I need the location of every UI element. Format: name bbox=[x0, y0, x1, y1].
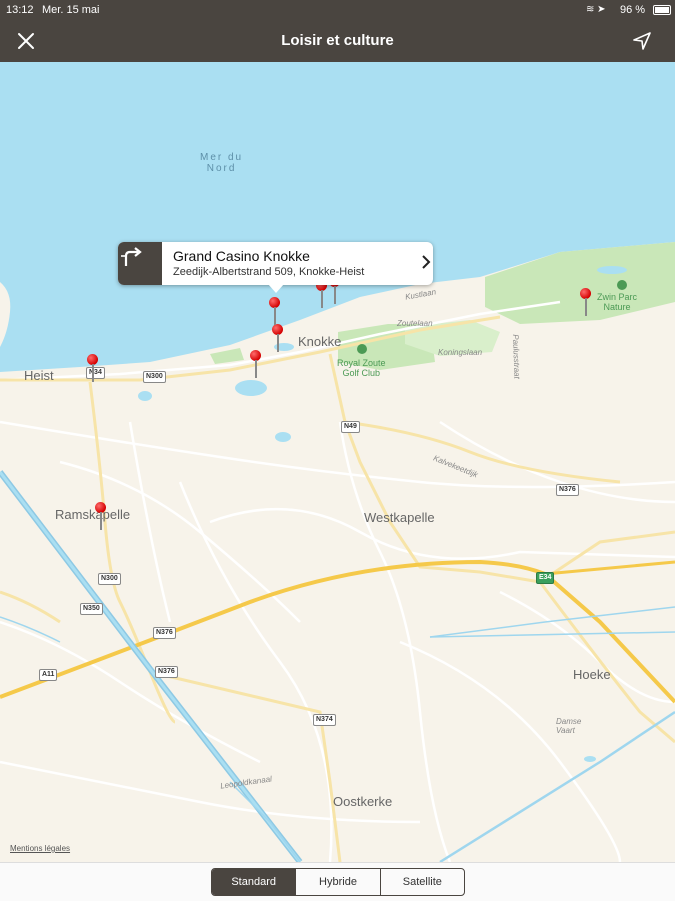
status-date: Mer. 15 mai bbox=[42, 4, 100, 16]
map-pin[interactable] bbox=[250, 350, 264, 380]
road-shield: N300 bbox=[143, 371, 166, 383]
canal-label-damse-vaart: Damse Vaart bbox=[556, 717, 582, 735]
callout-tail bbox=[268, 284, 284, 293]
map-pin[interactable] bbox=[580, 288, 594, 318]
road-shield-euro: E34 bbox=[536, 572, 555, 584]
map-pin[interactable] bbox=[272, 324, 286, 354]
legal-link[interactable]: Mentions légales bbox=[10, 844, 70, 853]
map-pin-selected[interactable] bbox=[269, 297, 283, 327]
golf-icon bbox=[357, 344, 367, 354]
town-label-westkapelle: Westkapelle bbox=[364, 510, 435, 525]
road-shield: N374 bbox=[313, 714, 336, 726]
road-shield: N350 bbox=[80, 603, 103, 615]
town-label-knokke: Knokke bbox=[298, 334, 342, 349]
bottom-toolbar: Standard Hybride Satellite bbox=[0, 862, 675, 901]
road-shield: N300 bbox=[98, 573, 121, 585]
park-icon bbox=[617, 280, 627, 290]
road-shield: N376 bbox=[153, 627, 176, 639]
town-label-heist: Heist bbox=[24, 368, 54, 383]
town-label-hoeke: Hoeke bbox=[573, 667, 611, 682]
pin-callout[interactable]: Grand Casino Knokke Zeedijk-Albertstrand… bbox=[118, 242, 433, 293]
road-shield: A11 bbox=[39, 669, 58, 681]
callout-address: Zeedijk-Albertstrand 509, Knokke-Heist bbox=[173, 266, 365, 278]
wifi-icon: ≋ ➤ bbox=[586, 4, 606, 15]
map-view[interactable]: Mer du Nord Heist Knokke Ramskapelle Wes… bbox=[0, 62, 675, 862]
road-shield: N49 bbox=[341, 421, 360, 433]
segment-standard[interactable]: Standard bbox=[212, 869, 296, 895]
map-pin[interactable] bbox=[87, 354, 101, 384]
street-label-koningslaan: Koningslaan bbox=[438, 348, 483, 357]
road-shield: N376 bbox=[556, 484, 579, 496]
park-label-zwin: Zwin Parc Nature bbox=[597, 292, 638, 312]
segment-hybrid[interactable]: Hybride bbox=[295, 869, 379, 895]
nav-bar: Loisir et culture bbox=[0, 20, 675, 62]
street-label-zoutelaan: Zoutelaan bbox=[397, 319, 433, 328]
town-label-ramskapelle: Ramskapelle bbox=[55, 507, 131, 522]
town-label-oostkerke: Oostkerke bbox=[333, 794, 393, 809]
directions-icon[interactable] bbox=[118, 242, 162, 285]
battery-icon bbox=[653, 5, 671, 15]
status-battery: 96 % bbox=[620, 4, 646, 16]
lake bbox=[235, 380, 267, 396]
map-type-segmented-control: Standard Hybride Satellite bbox=[211, 868, 465, 896]
status-bar: 13:12 Mer. 15 mai ≋ ➤ 96 % bbox=[0, 0, 675, 20]
status-time: 13:12 bbox=[6, 4, 34, 16]
page-title: Loisir et culture bbox=[281, 32, 394, 49]
sea-label: Mer du Nord bbox=[200, 152, 244, 174]
segment-satellite[interactable]: Satellite bbox=[379, 869, 464, 895]
park-label-golf: Royal Zoute Golf Club bbox=[337, 358, 386, 378]
road-shield: N376 bbox=[155, 666, 178, 678]
map-canvas bbox=[0, 62, 675, 862]
sea-area bbox=[0, 62, 675, 372]
location-arrow-icon[interactable] bbox=[624, 26, 660, 56]
map-pin[interactable] bbox=[95, 502, 109, 532]
callout-title: Grand Casino Knokke bbox=[173, 248, 310, 264]
street-label-paulusstraat: Paulusstraat bbox=[510, 334, 522, 379]
